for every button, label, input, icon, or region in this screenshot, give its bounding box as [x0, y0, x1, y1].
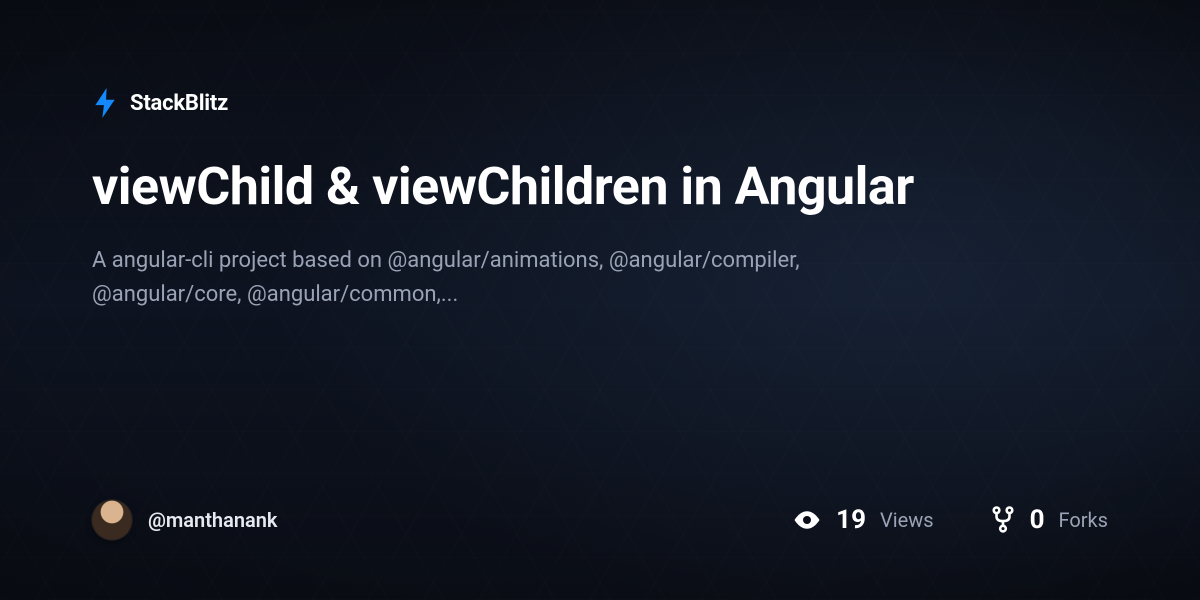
- footer-row: @manthanank 19 Views: [92, 500, 1108, 540]
- avatar: [92, 500, 132, 540]
- brand-name: StackBlitz: [130, 91, 228, 116]
- fork-icon: [990, 506, 1016, 534]
- project-description: A angular-cli project based on @angular/…: [92, 244, 852, 312]
- forks-label: Forks: [1059, 508, 1109, 532]
- views-count: 19: [836, 505, 866, 535]
- views-stat: 19 Views: [792, 505, 933, 535]
- forks-stat: 0 Forks: [990, 505, 1108, 535]
- author-block[interactable]: @manthanank: [92, 500, 277, 540]
- stats-block: 19 Views 0 Forks: [792, 505, 1108, 535]
- views-label: Views: [880, 508, 934, 532]
- forks-count: 0: [1030, 505, 1045, 535]
- author-handle: @manthanank: [148, 508, 277, 532]
- bolt-icon: [92, 88, 118, 118]
- project-title: viewChild & viewChildren in Angular: [92, 158, 992, 216]
- brand-row: StackBlitz: [92, 88, 1108, 118]
- eye-icon: [792, 505, 822, 535]
- project-card: StackBlitz viewChild & viewChildren in A…: [0, 0, 1200, 600]
